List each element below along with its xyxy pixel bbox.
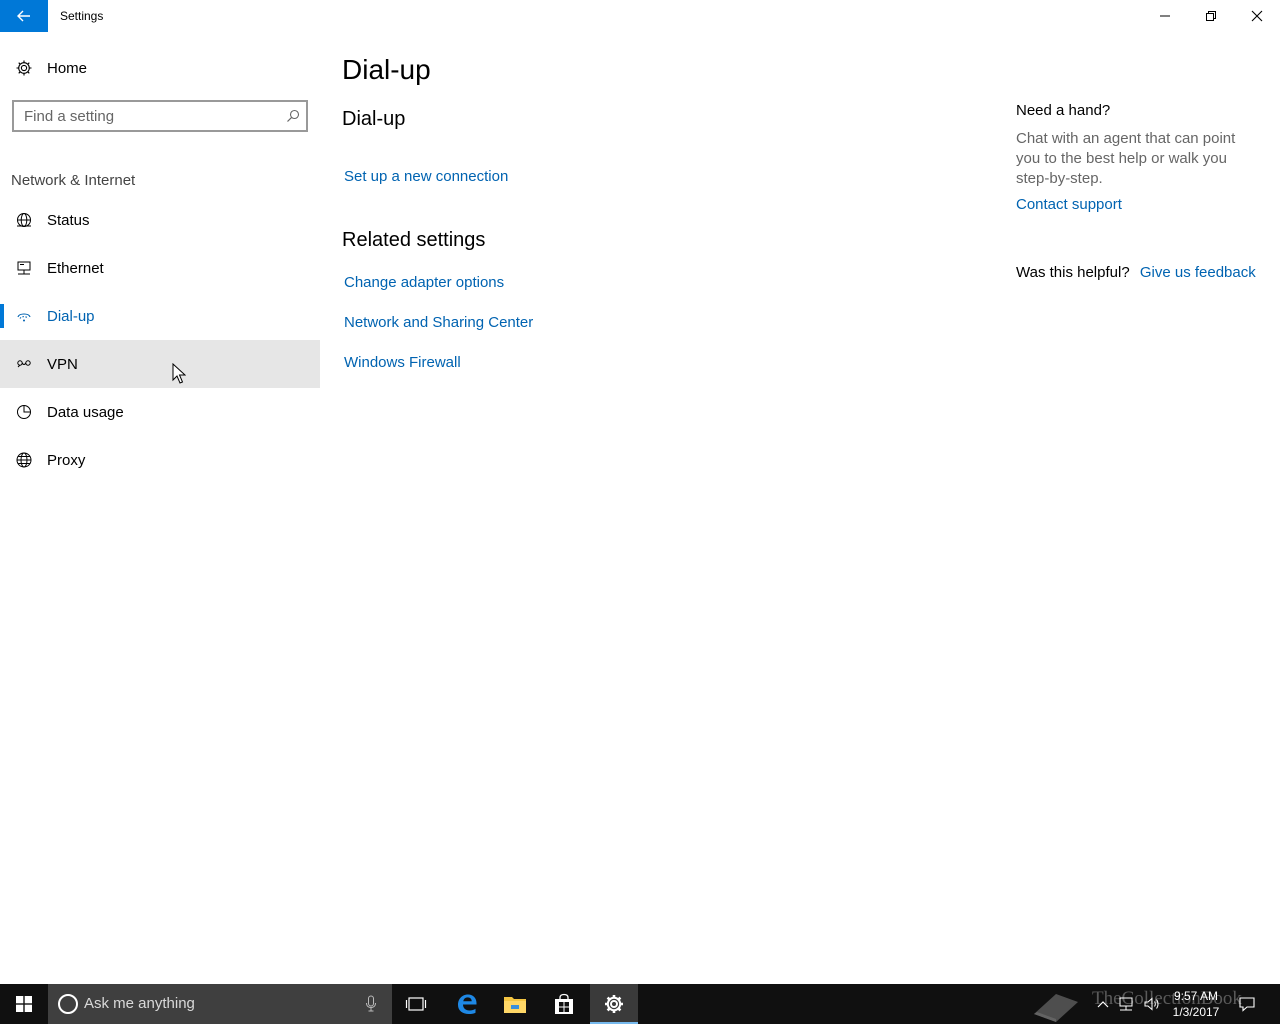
windows-logo-icon (16, 996, 32, 1012)
globe-status-icon (14, 210, 34, 230)
action-center-button[interactable] (1232, 984, 1262, 1024)
clock-date: 1/3/2017 (1172, 1005, 1220, 1019)
search-icon[interactable] (284, 107, 302, 125)
chevron-up-icon (1097, 1001, 1109, 1008)
sidebar-item-data-usage[interactable]: Data usage (0, 388, 320, 436)
sidebar: Home Network & Internet Status (0, 32, 320, 984)
clock-time: 9:57 AM (1173, 989, 1219, 1003)
volume-tray-button[interactable] (1140, 984, 1164, 1024)
back-button[interactable] (0, 0, 48, 32)
settings-search-box[interactable] (12, 100, 308, 132)
section-header: Network & Internet (11, 172, 136, 189)
help-title: Need a hand? (1016, 102, 1111, 119)
notification-icon (1239, 997, 1255, 1012)
sidebar-item-dial-up[interactable]: Dial-up (0, 292, 320, 340)
book-logo-icon (1034, 994, 1078, 1022)
title-bar: Settings (0, 0, 1280, 32)
minimize-button[interactable] (1142, 0, 1188, 32)
selection-indicator (0, 304, 4, 328)
network-tray-button[interactable] (1114, 984, 1138, 1024)
sidebar-item-label: Data usage (47, 403, 124, 421)
related-settings-title: Related settings (342, 229, 486, 251)
close-icon (1251, 10, 1263, 22)
minimize-icon (1160, 15, 1170, 17)
cortana-icon (58, 994, 78, 1014)
speaker-icon (1144, 997, 1159, 1011)
feedback-row: Was this helpful? Give us feedback (1016, 264, 1256, 281)
ethernet-icon (14, 258, 34, 278)
page-title: Dial-up (342, 54, 431, 85)
home-label: Home (47, 59, 88, 77)
sidebar-item-status[interactable]: Status (0, 196, 320, 244)
help-text: Chat with an agent that can point you to… (1016, 130, 1236, 187)
edge-button[interactable] (443, 984, 491, 1024)
globe-icon (14, 450, 34, 470)
sidebar-item-vpn[interactable]: VPN (0, 340, 320, 388)
sidebar-item-proxy[interactable]: Proxy (0, 436, 320, 484)
restore-icon (1206, 11, 1216, 21)
setup-new-connection-link[interactable]: Set up a new connection (344, 168, 508, 185)
start-button[interactable] (0, 984, 48, 1024)
microphone-icon[interactable] (364, 994, 378, 1014)
settings-gear-icon (605, 995, 623, 1013)
taskbar-clock[interactable]: 9:57 AM 1/3/2017 (1168, 988, 1224, 1020)
edge-browser-icon (458, 994, 477, 1014)
network-icon (1119, 997, 1133, 1011)
close-button[interactable] (1234, 0, 1280, 32)
gear-icon (14, 58, 34, 78)
sidebar-item-label: Proxy (47, 451, 86, 469)
restore-button[interactable] (1188, 0, 1234, 32)
folder-icon (504, 997, 526, 1013)
store-bag-icon (555, 993, 573, 1014)
sidebar-item-label: VPN (47, 355, 78, 373)
settings-taskbar-button[interactable] (590, 984, 638, 1024)
sidebar-item-label: Status (47, 211, 90, 229)
back-arrow-icon (17, 10, 30, 22)
window-title: Settings (60, 9, 104, 23)
cortana-placeholder: Ask me anything (84, 995, 195, 1012)
give-feedback-link[interactable]: Give us feedback (1140, 264, 1256, 281)
file-explorer-button[interactable] (491, 984, 539, 1024)
cortana-search-box[interactable]: Ask me anything (48, 984, 392, 1024)
sidebar-item-home[interactable]: Home (0, 48, 320, 88)
dial-up-icon (14, 306, 34, 326)
nav-list: Status Ethernet Dial-up VPN Data usage P… (0, 196, 320, 484)
sidebar-item-label: Ethernet (47, 259, 104, 277)
show-hidden-icons-button[interactable] (1092, 984, 1114, 1024)
task-view-icon (405, 997, 427, 1011)
sidebar-item-label: Dial-up (47, 307, 95, 325)
change-adapter-options-link[interactable]: Change adapter options (344, 274, 504, 291)
mouse-cursor-icon (172, 363, 186, 384)
section-title-dial-up: Dial-up (342, 108, 406, 130)
settings-search-input[interactable] (14, 102, 274, 130)
task-view-button[interactable] (392, 984, 440, 1024)
taskbar: Ask me anything TheCollectionBook 9:57 A… (0, 984, 1280, 1024)
vpn-icon (14, 354, 34, 374)
contact-support-link[interactable]: Contact support (1016, 196, 1122, 213)
sidebar-item-ethernet[interactable]: Ethernet (0, 244, 320, 292)
windows-firewall-link[interactable]: Windows Firewall (344, 354, 461, 371)
network-sharing-center-link[interactable]: Network and Sharing Center (344, 314, 533, 331)
store-button[interactable] (540, 984, 588, 1024)
data-usage-icon (14, 402, 34, 422)
helpful-question: Was this helpful? (1016, 264, 1130, 281)
